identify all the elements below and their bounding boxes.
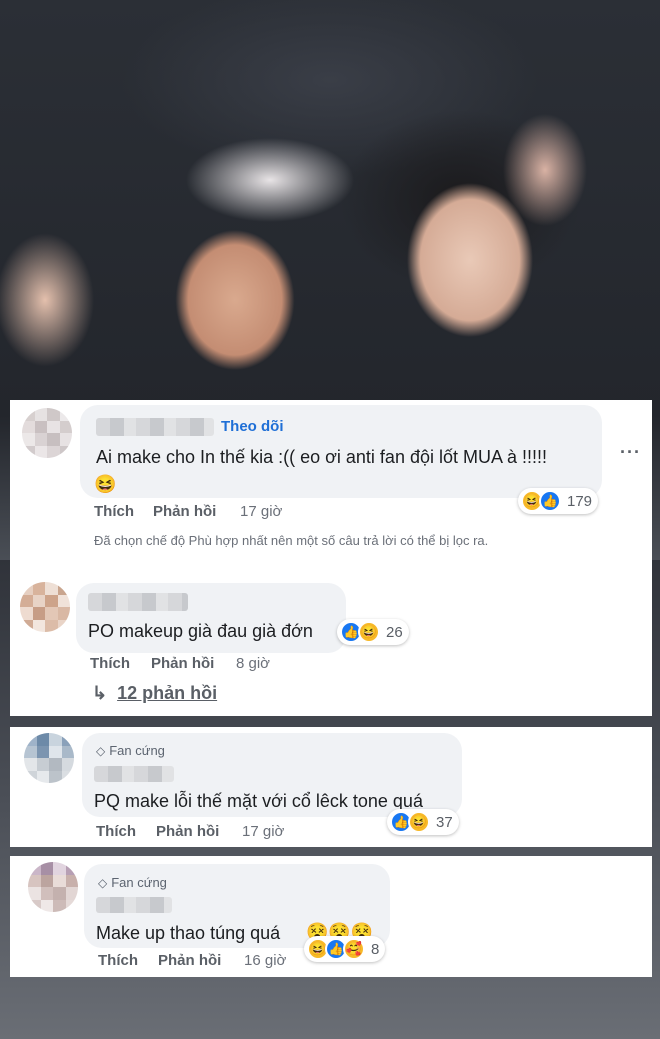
reply-arrow-icon: ↳ (92, 683, 108, 703)
author-name-blurred[interactable] (96, 418, 214, 436)
author-name-blurred[interactable] (96, 897, 172, 913)
reaction-summary[interactable]: 😆 👍 🥰 8 (304, 936, 386, 962)
comment-time[interactable]: 17 giờ (242, 823, 284, 840)
reaction-count: 37 (436, 813, 453, 831)
top-fan-badge: ◇ Fan cứng (96, 743, 165, 758)
laughing-emoji-icon: 😆 (94, 474, 117, 494)
author-name-blurred[interactable] (88, 593, 188, 611)
comment-card-3: ◇ Fan cứng PQ make lỗi thế mặt với cổ lê… (10, 727, 652, 847)
comment-time[interactable]: 8 giờ (236, 655, 270, 672)
reaction-count: 8 (371, 940, 380, 958)
like-button[interactable]: Thích (94, 503, 134, 520)
view-replies-link[interactable]: ↳ 12 phản hồi (92, 683, 217, 704)
reaction-summary[interactable]: 👍 😆 37 (387, 809, 459, 835)
badge-label: Fan cứng (111, 875, 167, 890)
like-icon: 👍 (539, 490, 561, 512)
comment-bubble: PO makeup già đau già đớn (76, 583, 346, 653)
avatar[interactable] (24, 733, 74, 783)
avatar[interactable] (22, 408, 72, 458)
comment-card-1: Theo dõi Ai make cho In thế kia :(( eo ơ… (10, 400, 652, 572)
like-button[interactable]: Thích (98, 952, 138, 969)
comment-bubble: Theo dõi Ai make cho In thế kia :(( eo ơ… (80, 405, 602, 498)
comment-card-2: PO makeup già đau già đớn 👍 😆 26 Thích P… (10, 572, 652, 716)
diamond-icon: ◇ (98, 875, 108, 890)
reaction-count: 26 (386, 623, 403, 641)
comment-card-4: ◇ Fan cứng Make up thao túng quá 😵😵😵 😆 👍… (10, 856, 652, 977)
care-icon: 🥰 (343, 938, 365, 960)
comment-bubble: ◇ Fan cứng PQ make lỗi thế mặt với cổ lê… (82, 733, 462, 817)
comment-text: PO makeup già đau già đớn (88, 621, 313, 641)
reaction-count: 179 (567, 492, 593, 510)
reaction-summary[interactable]: 👍 😆 26 (337, 619, 409, 645)
reaction-summary[interactable]: 😆 👍 179 (518, 488, 599, 514)
like-button[interactable]: Thích (90, 655, 130, 672)
more-options-icon[interactable]: ··· (620, 442, 641, 463)
reply-button[interactable]: Phản hồi (153, 503, 216, 520)
comment-text: PQ make lỗi thế mặt với cổ lêck tone quá (94, 791, 423, 811)
reply-button[interactable]: Phản hồi (151, 655, 214, 672)
comment-text: Make up thao túng quá (96, 923, 281, 943)
avatar[interactable] (20, 582, 70, 632)
comment-text: Ai make cho In thế kia :(( eo ơi anti fa… (96, 447, 548, 467)
top-fan-badge: ◇ Fan cứng (98, 875, 167, 890)
replies-count-label: 12 phản hồi (117, 683, 218, 703)
avatar[interactable] (28, 862, 78, 912)
like-button[interactable]: Thích (96, 823, 136, 840)
haha-icon: 😆 (358, 621, 380, 643)
diamond-icon: ◇ (96, 743, 106, 758)
follow-link[interactable]: Theo dõi (221, 418, 284, 435)
comment-time[interactable]: 17 giờ (240, 503, 282, 520)
badge-label: Fan cứng (109, 743, 165, 758)
haha-icon: 😆 (408, 811, 430, 833)
author-name-blurred[interactable] (94, 766, 174, 782)
filter-notice: Đã chọn chế độ Phù hợp nhất nên một số c… (94, 533, 489, 548)
comment-time[interactable]: 16 giờ (244, 952, 286, 969)
reply-button[interactable]: Phản hồi (158, 952, 221, 969)
reply-button[interactable]: Phản hồi (156, 823, 219, 840)
